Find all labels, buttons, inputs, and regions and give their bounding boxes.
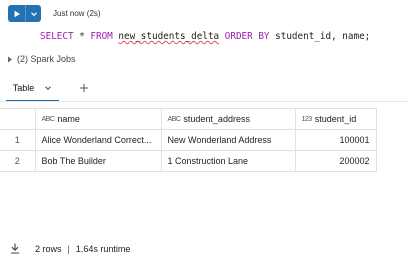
row-index: 1: [0, 129, 36, 151]
row-count: 2 rows: [35, 243, 62, 254]
chevron-down-icon: [30, 11, 37, 16]
run-options-button[interactable]: [25, 5, 41, 22]
cell-name[interactable]: Alice Wonderland Correct...: [34, 129, 162, 151]
plus-icon: [80, 84, 88, 92]
table-row: 1 Alice Wonderland Correct... New Wonder…: [0, 129, 377, 151]
column-label: name: [57, 114, 80, 124]
runtime-text: 1.64s runtime: [75, 243, 131, 254]
results-table: ABC name ABC student_address 123 student_id…: [0, 108, 377, 172]
row-index: 2: [0, 150, 36, 172]
results-footer: 2 rows | 1.64s runtime: [10, 243, 130, 254]
table-header-row: ABC name ABC student_address 123 student_id: [0, 108, 377, 130]
keyword-order-by: ORDER BY: [224, 31, 270, 42]
result-tabs: Table: [0, 76, 408, 102]
sql-editor[interactable]: SELECT * FROM new_students_delta ORDER B…: [40, 31, 370, 42]
cell-student-address[interactable]: 1 Construction Lane: [160, 150, 296, 172]
run-controls: Just now (2s): [8, 5, 101, 22]
tabs-divider: [0, 101, 408, 102]
spark-jobs-label: (2) Spark Jobs: [17, 54, 76, 64]
cell-name[interactable]: Bob The Builder: [34, 150, 162, 172]
table-row: 2 Bob The Builder 1 Construction Lane 20…: [0, 150, 377, 172]
run-status-text: Just now (2s): [53, 9, 101, 18]
tab-table[interactable]: Table: [6, 76, 59, 102]
column-header-name[interactable]: ABC name: [34, 108, 162, 130]
table-name: new_students_delta: [118, 31, 220, 42]
keyword-select: SELECT: [40, 31, 74, 42]
cell-student-address[interactable]: New Wonderland Address: [160, 129, 296, 151]
chevron-down-icon[interactable]: [44, 84, 52, 92]
cell-student-id[interactable]: 200002: [294, 150, 377, 172]
column-label: student_id: [314, 114, 357, 124]
download-icon[interactable]: [10, 243, 20, 254]
row-index-header: [0, 108, 36, 130]
add-visualization-button[interactable]: [77, 81, 91, 95]
abc-type-icon: ABC: [167, 115, 181, 123]
chevron-right-icon: [8, 56, 12, 62]
run-button[interactable]: [8, 5, 25, 22]
abc-type-icon: ABC: [41, 115, 55, 123]
column-label: student_address: [183, 114, 250, 124]
number-type-icon: 123: [301, 115, 313, 123]
column-header-student-address[interactable]: ABC student_address: [160, 108, 296, 130]
order-columns: student_id, name;: [269, 31, 371, 42]
play-icon: [14, 10, 20, 17]
tab-table-label: Table: [12, 83, 35, 93]
cell-student-id[interactable]: 100001: [294, 129, 377, 151]
footer-separator: |: [67, 243, 70, 254]
keyword-from: FROM: [90, 31, 113, 42]
column-header-student-id[interactable]: 123 student_id: [294, 108, 377, 130]
spark-jobs-toggle[interactable]: (2) Spark Jobs: [7, 54, 76, 64]
select-star: *: [73, 31, 91, 42]
